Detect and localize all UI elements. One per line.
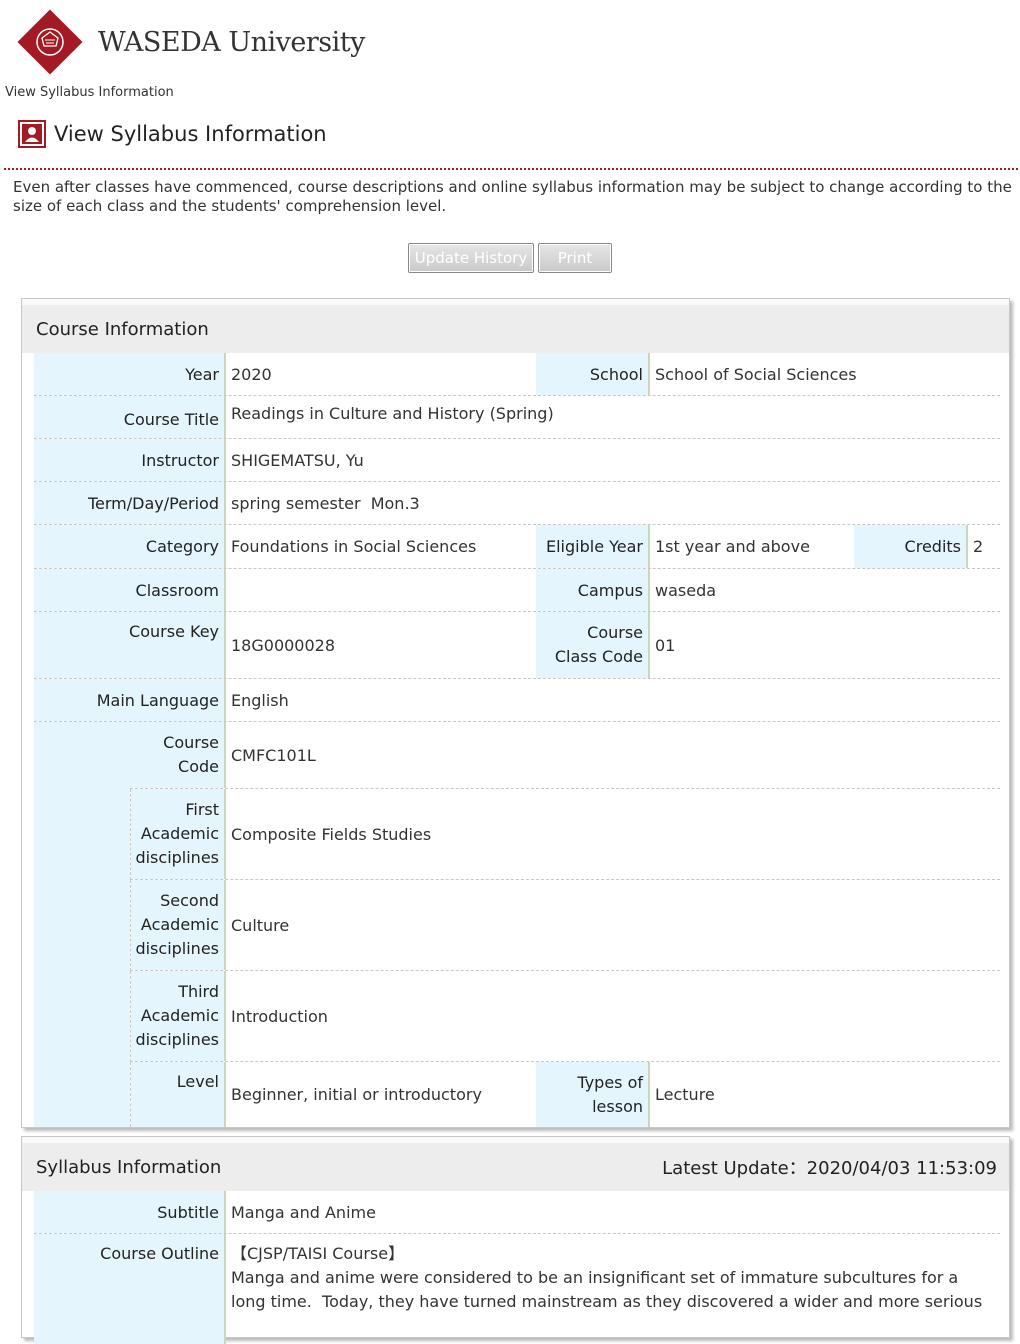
label-third-disc: Third Academic disciplines	[131, 971, 226, 1061]
value-year: 2020	[231, 364, 272, 384]
row-level: Level Beginner, initial or introductory …	[130, 1062, 1000, 1127]
value-level: Beginner, initial or introductory	[231, 1085, 482, 1104]
label-subtitle: Subtitle	[34, 1191, 226, 1233]
course-information-panel: Course Information Year 2020 School Scho…	[21, 298, 1010, 1128]
row-classroom: Classroom Campus waseda	[34, 569, 1000, 612]
label-first-disc: First Academic disciplines	[131, 789, 226, 879]
row-course-outline: Course Outline 【CJSP/TAISI Course】 Manga…	[34, 1234, 1000, 1344]
breadcrumb: View Syllabus Information	[5, 85, 174, 100]
syllabus-information-header: Syllabus Information Latest Update：2020/…	[22, 1137, 1009, 1191]
course-information-title: Course Information	[36, 318, 209, 340]
value-first-disc: Composite Fields Studies	[231, 824, 432, 844]
value-course-outline: 【CJSP/TAISI Course】 Manga and anime were…	[226, 1234, 1000, 1344]
page-title: View Syllabus Information	[54, 122, 327, 146]
row-course-title: Course Title Readings in Culture and His…	[34, 396, 1000, 439]
print-button[interactable]: Print	[538, 243, 612, 273]
label-course-key: Course Key	[34, 612, 226, 678]
label-course-code: Course Code	[130, 722, 226, 788]
value-school: School of Social Sciences	[655, 364, 857, 384]
label-eligible-year: Eligible Year	[536, 525, 650, 568]
label-term: Term/Day/Period	[34, 482, 226, 524]
label-types-of-lesson: Types of lesson	[536, 1062, 650, 1127]
row-course-code: Course Code CMFC101L	[130, 722, 1000, 789]
label-campus: Campus	[536, 569, 650, 611]
row-third-disc: Third Academic disciplines Introduction	[130, 971, 1000, 1062]
label-course-title: Course Title	[34, 396, 226, 438]
value-campus: waseda	[655, 580, 717, 600]
value-course-key: 18G0000028	[231, 635, 336, 655]
value-subtitle: Manga and Anime	[231, 1202, 376, 1222]
row-subtitle: Subtitle Manga and Anime	[34, 1191, 1000, 1234]
university-logo[interactable]: WASEDA University	[16, 6, 365, 78]
row-second-disc: Second Academic disciplines Culture	[130, 880, 1000, 971]
button-bar: Update History Print	[408, 243, 612, 273]
label-credits: Credits	[854, 525, 968, 568]
row-first-disc: First Academic disciplines Composite Fie…	[130, 789, 1000, 880]
value-credits: 2	[973, 537, 984, 556]
course-code-group-spacer	[34, 722, 130, 1127]
dotted-divider	[4, 168, 1018, 170]
row-course-key: Course Key 18G0000028 Course Class Code …	[34, 612, 1000, 679]
label-classroom: Classroom	[34, 569, 226, 611]
page-header: View Syllabus Information	[18, 120, 327, 148]
row-year-school: Year 2020 School School of Social Scienc…	[34, 353, 1000, 396]
value-course-title: Readings in Culture and History (Spring)	[231, 404, 554, 423]
label-instructor: Instructor	[34, 439, 226, 481]
value-main-language: English	[231, 690, 289, 710]
label-course-outline: Course Outline	[34, 1234, 226, 1344]
course-code-group: Course Code CMFC101L First Academic disc…	[34, 722, 1000, 1127]
value-course-class-code: 01	[655, 635, 676, 655]
latest-update: Latest Update：2020/04/03 11:53:09	[662, 1158, 997, 1179]
syllabus-information-title: Syllabus Information	[36, 1156, 222, 1178]
syllabus-information-panel: Syllabus Information Latest Update：2020/…	[21, 1136, 1010, 1344]
value-eligible-year: 1st year and above	[655, 537, 810, 556]
waseda-logo-icon	[16, 8, 84, 76]
value-instructor: SHIGEMATSU, Yu	[231, 450, 364, 470]
value-course-code: CMFC101L	[231, 745, 316, 765]
value-category: Foundations in Social Sciences	[231, 537, 477, 556]
outline-tag: 【CJSP/TAISI Course】	[231, 1244, 405, 1263]
label-school: School	[536, 353, 650, 395]
row-main-language: Main Language English	[34, 679, 1000, 722]
value-third-disc: Introduction	[231, 1006, 328, 1026]
course-information-header: Course Information	[22, 299, 1009, 353]
update-history-button[interactable]: Update History	[408, 243, 534, 273]
value-second-disc: Culture	[231, 915, 290, 935]
row-category: Category Foundations in Social Sciences …	[34, 525, 1000, 569]
row-instructor: Instructor SHIGEMATSU, Yu	[34, 439, 1000, 482]
value-classroom	[226, 569, 536, 611]
label-main-language: Main Language	[34, 679, 226, 721]
outline-text: Manga and anime were considered to be an…	[231, 1268, 983, 1311]
syllabus-page-icon	[18, 120, 46, 148]
label-course-class-code: Course Class Code	[536, 612, 650, 678]
value-term: spring semester Mon.3	[231, 493, 420, 513]
notice-text: Even after classes have commenced, cours…	[13, 178, 1012, 215]
label-category: Category	[34, 525, 226, 568]
value-types-of-lesson: Lecture	[655, 1085, 715, 1104]
label-year: Year	[34, 353, 226, 395]
brand-name: WASEDA University	[98, 26, 365, 58]
label-second-disc: Second Academic disciplines	[131, 880, 226, 970]
label-level: Level	[131, 1062, 226, 1127]
row-term: Term/Day/Period spring semester Mon.3	[34, 482, 1000, 525]
